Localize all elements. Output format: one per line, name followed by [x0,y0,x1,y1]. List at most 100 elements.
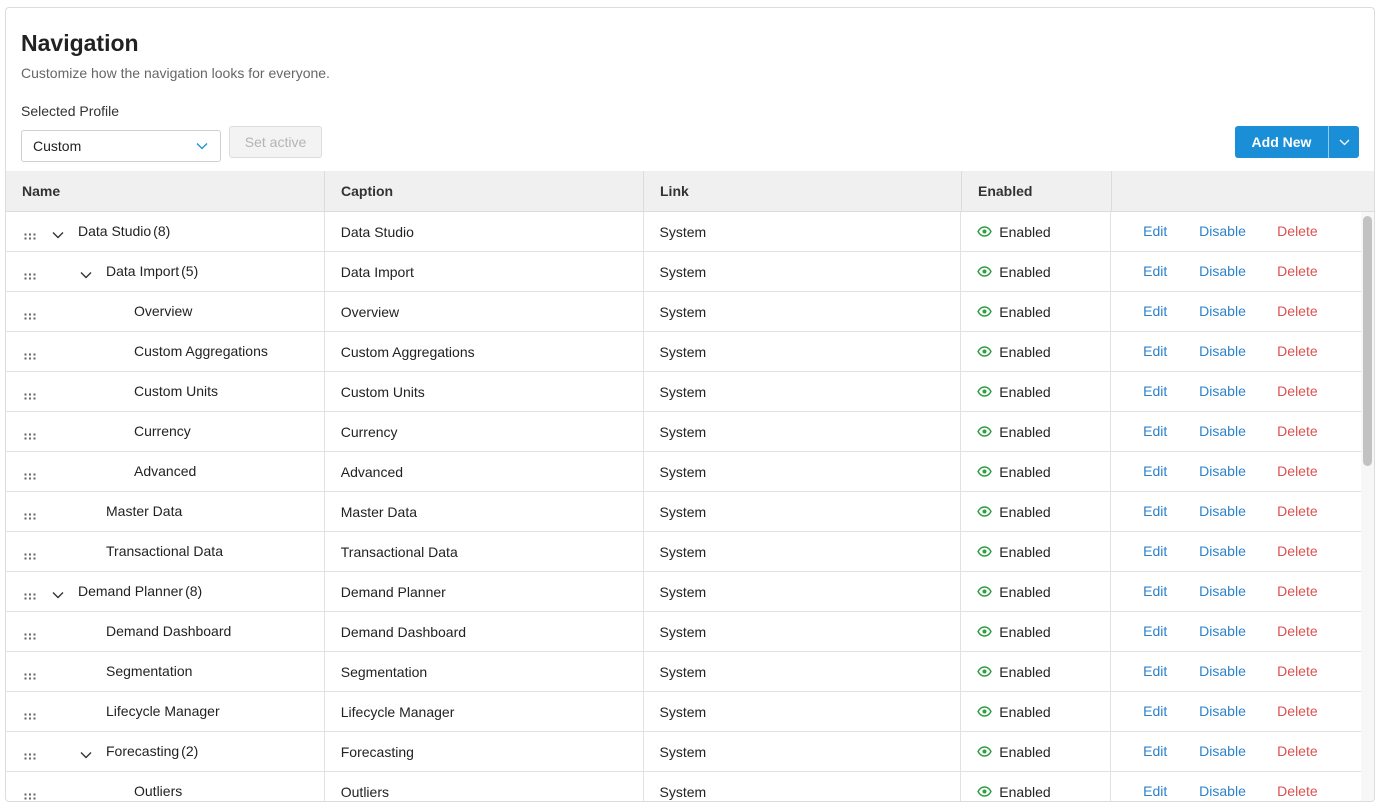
drag-handle-icon[interactable] [24,708,36,724]
drag-handle-icon[interactable] [24,348,36,364]
table-row[interactable]: Data Import (5) Data Import System Enabled Ed… [6,252,1361,292]
disable-link[interactable]: Disable [1199,303,1246,319]
cell-link: System [644,252,962,291]
drag-handle-icon[interactable] [24,748,36,764]
set-active-button[interactable]: Set active [229,126,322,158]
enabled-status: Enabled [999,543,1051,560]
disable-link[interactable]: Disable [1199,583,1246,599]
drag-handle-icon[interactable] [24,388,36,404]
disable-link[interactable]: Disable [1199,743,1246,759]
disable-link[interactable]: Disable [1199,463,1246,479]
delete-link[interactable]: Delete [1277,303,1317,319]
cell-name: Transactional Data [6,532,325,571]
add-new-button[interactable]: Add New [1235,126,1329,158]
drag-handle-icon[interactable] [24,428,36,444]
edit-link[interactable]: Edit [1143,463,1167,479]
table-row[interactable]: Lifecycle Manager Lifecycle Manager System… [6,692,1361,732]
chevron-down-icon[interactable] [52,226,64,242]
delete-link[interactable]: Delete [1277,543,1317,559]
disable-link[interactable]: Disable [1199,543,1246,559]
drag-handle-icon[interactable] [24,788,36,801]
cell-name: Outliers [6,772,325,801]
delete-link[interactable]: Delete [1277,383,1317,399]
delete-link[interactable]: Delete [1277,743,1317,759]
drag-handle-icon[interactable] [24,548,36,564]
cell-caption: Master Data [325,492,644,531]
column-header-enabled[interactable]: Enabled [962,171,1112,211]
drag-handle-icon[interactable] [24,228,36,244]
edit-link[interactable]: Edit [1143,623,1167,639]
disable-link[interactable]: Disable [1199,423,1246,439]
cell-name: Segmentation [6,652,325,691]
edit-link[interactable]: Edit [1143,223,1167,239]
table-row[interactable]: Demand Dashboard Demand Dashboard System En… [6,612,1361,652]
disable-link[interactable]: Disable [1199,343,1246,359]
column-header-caption[interactable]: Caption [325,171,644,211]
table-row[interactable]: Master Data Master Data System Enabled Edit D… [6,492,1361,532]
disable-link[interactable]: Disable [1199,783,1246,799]
enabled-status: Enabled [999,263,1051,280]
table-row[interactable]: Data Studio (8) Data Studio System Enabled Ed… [6,212,1361,252]
delete-link[interactable]: Delete [1277,583,1317,599]
edit-link[interactable]: Edit [1143,383,1167,399]
table-row[interactable]: Custom Aggregations Custom Aggregations Sy… [6,332,1361,372]
eye-icon [977,304,993,320]
table-row[interactable]: Outliers Outliers System Enabled Edit Disable… [6,772,1361,801]
table-row[interactable]: Demand Planner (8) Demand Planner System Ena… [6,572,1361,612]
column-header-link[interactable]: Link [644,171,962,211]
delete-link[interactable]: Delete [1277,503,1317,519]
edit-link[interactable]: Edit [1143,543,1167,559]
disable-link[interactable]: Disable [1199,703,1246,719]
delete-link[interactable]: Delete [1277,423,1317,439]
edit-link[interactable]: Edit [1143,583,1167,599]
delete-link[interactable]: Delete [1277,663,1317,679]
cell-enabled: Enabled [961,212,1112,251]
edit-link[interactable]: Edit [1143,263,1167,279]
edit-link[interactable]: Edit [1143,663,1167,679]
table-row[interactable]: Segmentation Segmentation System Enabled Edi… [6,652,1361,692]
table-row[interactable]: Transactional Data Transactional Data Syst… [6,532,1361,572]
drag-handle-icon[interactable] [24,588,36,604]
edit-link[interactable]: Edit [1143,503,1167,519]
disable-link[interactable]: Disable [1199,623,1246,639]
edit-link[interactable]: Edit [1143,743,1167,759]
drag-handle-icon[interactable] [24,668,36,684]
profile-select[interactable]: Custom [21,130,221,162]
chevron-down-icon[interactable] [80,266,92,282]
table-row[interactable]: Custom Units Custom Units System Enabled Edi… [6,372,1361,412]
delete-link[interactable]: Delete [1277,223,1317,239]
drag-handle-icon[interactable] [24,508,36,524]
table-row[interactable]: Overview Overview System Enabled Edit Disable… [6,292,1361,332]
edit-link[interactable]: Edit [1143,343,1167,359]
delete-link[interactable]: Delete [1277,783,1317,799]
cell-name: Overview [6,292,325,331]
chevron-down-icon[interactable] [52,586,64,602]
delete-link[interactable]: Delete [1277,263,1317,279]
disable-link[interactable]: Disable [1199,663,1246,679]
delete-link[interactable]: Delete [1277,623,1317,639]
add-new-dropdown-toggle[interactable] [1329,126,1359,158]
table-row[interactable]: Forecasting (2) Forecasting System Enabled Ed… [6,732,1361,772]
disable-link[interactable]: Disable [1199,383,1246,399]
table-row[interactable]: Advanced Advanced System Enabled Edit Disable… [6,452,1361,492]
edit-link[interactable]: Edit [1143,423,1167,439]
disable-link[interactable]: Disable [1199,263,1246,279]
delete-link[interactable]: Delete [1277,703,1317,719]
cell-name: Data Studio (8) [6,212,325,251]
delete-link[interactable]: Delete [1277,343,1317,359]
drag-handle-icon[interactable] [24,268,36,284]
edit-link[interactable]: Edit [1143,703,1167,719]
delete-link[interactable]: Delete [1277,463,1317,479]
scrollbar-thumb[interactable] [1363,216,1372,466]
table-row[interactable]: Currency Currency System Enabled Edit Disable… [6,412,1361,452]
vertical-scrollbar[interactable] [1361,212,1374,801]
disable-link[interactable]: Disable [1199,503,1246,519]
chevron-down-icon[interactable] [80,746,92,762]
drag-handle-icon[interactable] [24,468,36,484]
column-header-name[interactable]: Name [6,171,325,211]
drag-handle-icon[interactable] [24,628,36,644]
drag-handle-icon[interactable] [24,308,36,324]
disable-link[interactable]: Disable [1199,223,1246,239]
edit-link[interactable]: Edit [1143,783,1167,799]
edit-link[interactable]: Edit [1143,303,1167,319]
